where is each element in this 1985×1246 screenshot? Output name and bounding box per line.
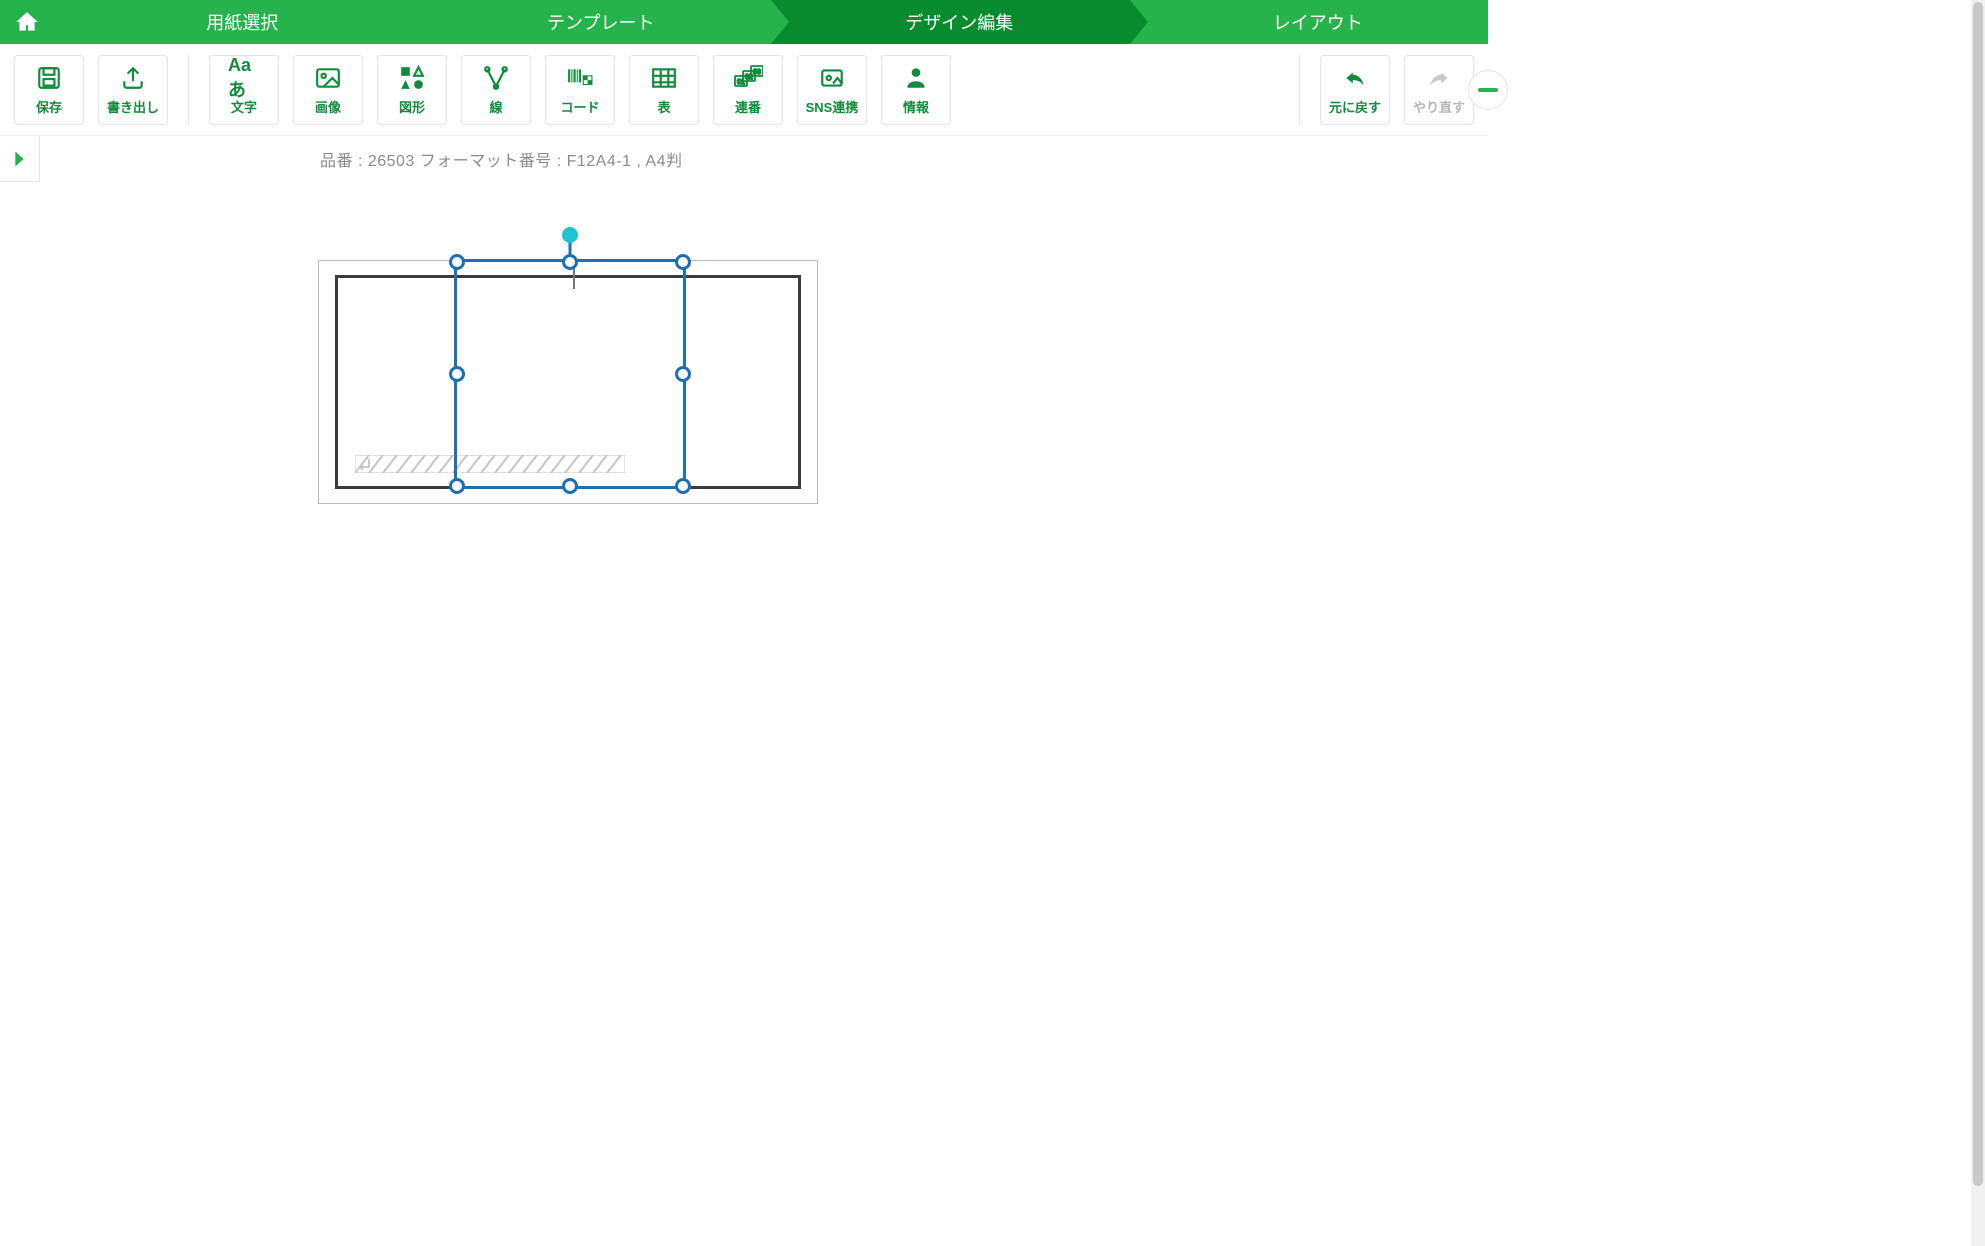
- selection-handle-ne[interactable]: [675, 254, 691, 270]
- save-label: 保存: [36, 97, 62, 116]
- rotation-handle[interactable]: [562, 227, 578, 243]
- code-button[interactable]: コード: [545, 55, 615, 125]
- table-button[interactable]: 表: [629, 55, 699, 125]
- person-icon: [900, 63, 932, 93]
- toolbar-divider: [188, 55, 189, 125]
- serial-label: 連番: [735, 97, 761, 116]
- selection-handle-e[interactable]: [675, 366, 691, 382]
- side-panel-toggle[interactable]: [0, 136, 40, 182]
- export-button[interactable]: 書き出し: [98, 55, 168, 125]
- vertical-scrollbar[interactable]: [1971, 0, 1985, 1246]
- sns-icon: [816, 63, 848, 93]
- image-icon: [312, 63, 344, 93]
- serial-icon: 010203: [732, 63, 764, 93]
- undo-icon: [1339, 63, 1371, 93]
- wizard-step-layout[interactable]: レイアウト: [1130, 0, 1489, 44]
- table-icon: [648, 63, 680, 93]
- barcode-icon: [564, 63, 596, 93]
- export-label: 書き出し: [107, 97, 159, 116]
- redo-label: やり直す: [1413, 97, 1465, 116]
- export-icon: [117, 63, 149, 93]
- shape-label: 図形: [399, 97, 425, 116]
- table-label: 表: [657, 97, 670, 116]
- undo-button[interactable]: 元に戻す: [1320, 55, 1390, 125]
- wizard-step-design[interactable]: デザイン編集: [771, 0, 1130, 44]
- shape-button[interactable]: 図形: [377, 55, 447, 125]
- save-button[interactable]: 保存: [14, 55, 84, 125]
- wizard-step-label: 用紙選択: [206, 9, 278, 35]
- undo-label: 元に戻す: [1329, 97, 1381, 116]
- scrollbar-thumb[interactable]: [1973, 2, 1983, 1186]
- wizard-step-label: デザイン編集: [905, 9, 1013, 35]
- selection-handle-n[interactable]: [562, 254, 578, 270]
- redo-button[interactable]: やり直す: [1404, 55, 1474, 125]
- line-icon: [480, 63, 512, 93]
- serial-button[interactable]: 010203 連番: [713, 55, 783, 125]
- wizard-step-label: レイアウト: [1273, 9, 1363, 35]
- line-label: 線: [489, 97, 502, 116]
- wizard-step-template[interactable]: テンプレート: [413, 0, 772, 44]
- save-icon: [33, 63, 65, 93]
- selection-handle-s[interactable]: [562, 478, 578, 494]
- text-icon: Aaあ: [228, 63, 260, 93]
- info-button[interactable]: 情報: [881, 55, 951, 125]
- text-label: 文字: [231, 97, 257, 116]
- shape-icon: [396, 63, 428, 93]
- info-label: 情報: [903, 97, 929, 116]
- image-label: 画像: [315, 97, 341, 116]
- home-button[interactable]: [0, 0, 54, 44]
- selection-handle-nw[interactable]: [449, 254, 465, 270]
- wizard-step-paper[interactable]: 用紙選択: [54, 0, 413, 44]
- text-button[interactable]: Aaあ 文字: [209, 55, 279, 125]
- home-icon: [14, 9, 40, 35]
- svg-text:03: 03: [753, 69, 761, 76]
- wizard-header: 用紙選択 テンプレート デザイン編集 レイアウト: [0, 0, 1488, 44]
- toolbar-divider: [1299, 55, 1300, 125]
- redo-icon: [1423, 63, 1455, 93]
- toolbar: 保存 書き出し Aaあ 文字 画像 図形 線 コード: [0, 44, 1488, 136]
- selection-box[interactable]: [454, 259, 686, 489]
- paper-info-text: 品番 : 26503 フォーマット番号 : F12A4-1 , A4判: [320, 147, 683, 171]
- minus-icon: [1478, 88, 1498, 92]
- selection-handle-sw[interactable]: [449, 478, 465, 494]
- image-button[interactable]: 画像: [293, 55, 363, 125]
- sub-header: 品番 : 26503 フォーマット番号 : F12A4-1 , A4判: [0, 136, 1488, 182]
- selection-handle-se[interactable]: [675, 478, 691, 494]
- code-label: コード: [560, 97, 599, 116]
- selection-handle-w[interactable]: [449, 366, 465, 382]
- zoom-out-button[interactable]: [1468, 70, 1508, 110]
- paper-preview: [318, 260, 818, 504]
- toolbar-right-group: 元に戻す やり直す: [1293, 55, 1474, 125]
- line-button[interactable]: 線: [461, 55, 531, 125]
- wizard-step-label: テンプレート: [547, 9, 654, 35]
- sns-button[interactable]: SNS連携: [797, 55, 867, 125]
- chevron-right-icon: [12, 149, 27, 169]
- sns-label: SNS連携: [806, 97, 859, 116]
